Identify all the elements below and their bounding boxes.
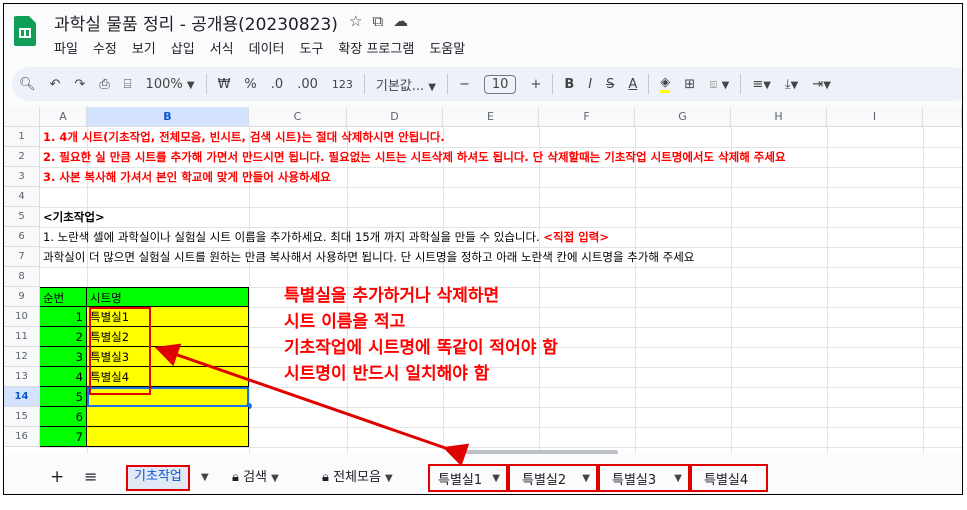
annotation-arrow [154, 343, 470, 467]
app-window: 과학실 물품 정리 - 공개용(20230823) ☆⧉☁ 파일 수정 보기 삽… [3, 3, 963, 495]
